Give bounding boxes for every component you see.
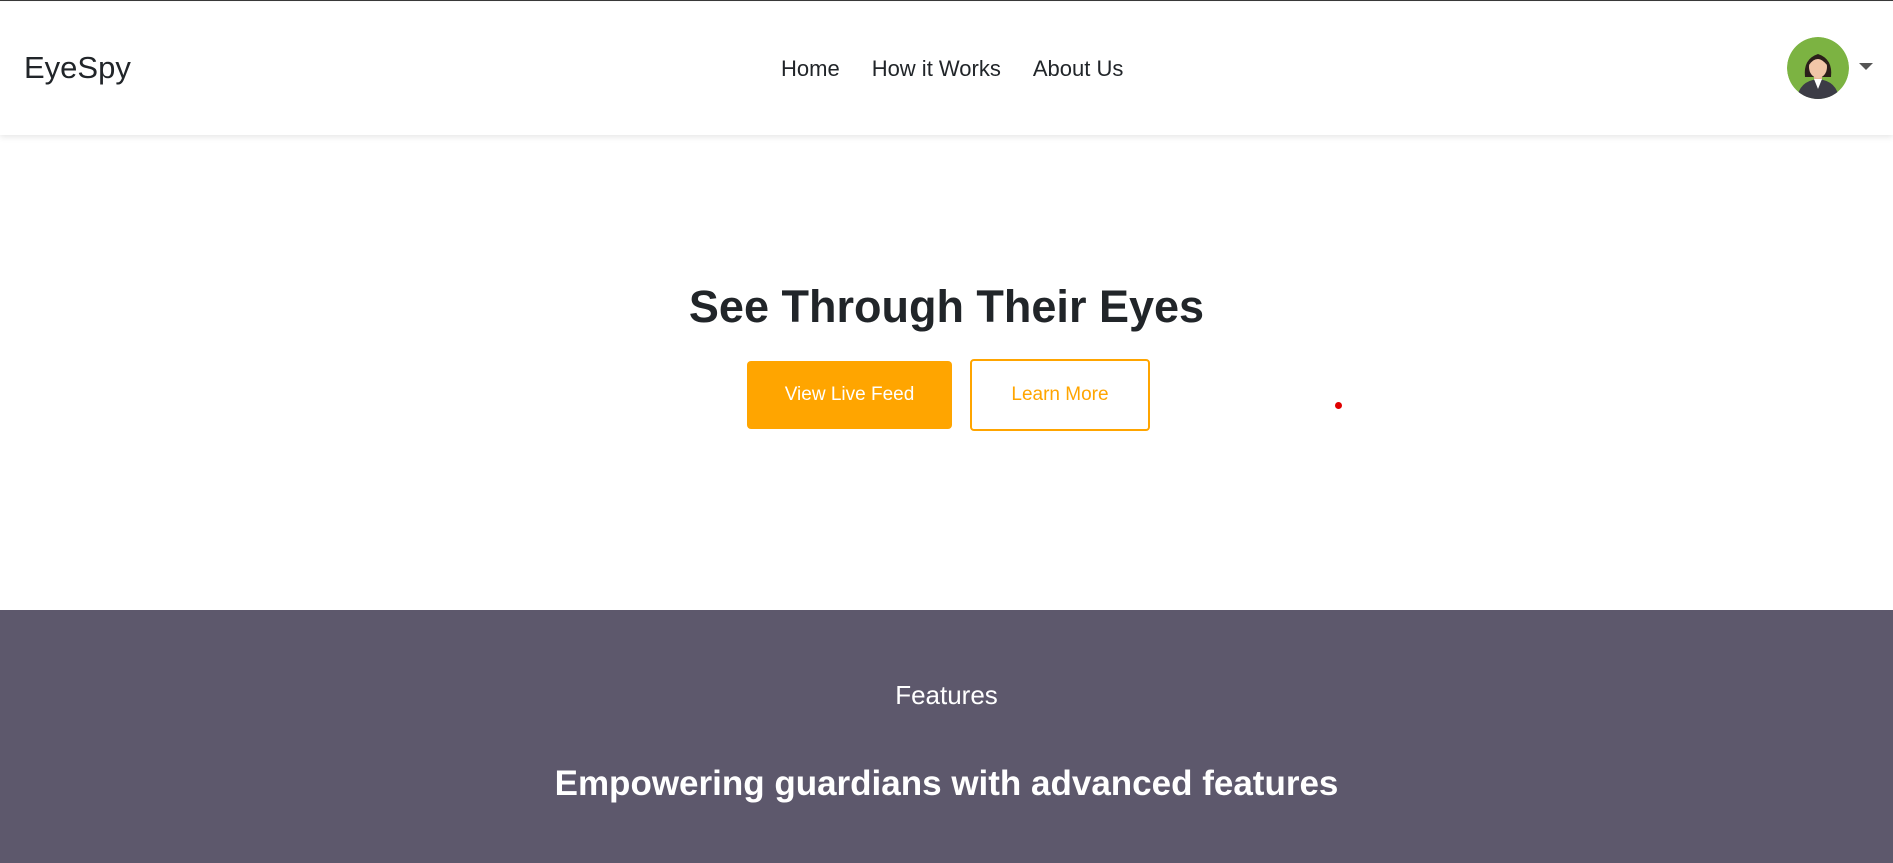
nav-link-about-us[interactable]: About Us — [1033, 58, 1124, 80]
profile-dropdown-toggle[interactable] — [1787, 37, 1873, 99]
features-label: Features — [895, 680, 998, 710]
view-live-feed-button[interactable]: View Live Feed — [747, 361, 952, 429]
user-avatar-icon[interactable] — [1787, 37, 1849, 99]
hero-title: See Through Their Eyes — [688, 281, 1205, 332]
recording-dot — [1335, 402, 1342, 409]
caret-down-icon[interactable] — [1859, 62, 1873, 70]
nav-link-how-it-works[interactable]: How it Works — [872, 58, 1001, 80]
features-heading: Empowering guardians with advanced featu… — [554, 764, 1339, 803]
navbar: EyeSpy Home How it Works About Us — [0, 2, 1893, 135]
hero-section: See Through Their Eyes View Live Feed Le… — [0, 136, 1893, 610]
brand-logo[interactable]: EyeSpy — [24, 52, 131, 83]
features-section: Features Empowering guardians with advan… — [0, 610, 1893, 863]
nav-links: Home How it Works About Us — [781, 58, 1123, 80]
nav-link-home[interactable]: Home — [781, 58, 840, 80]
learn-more-button[interactable]: Learn More — [970, 359, 1150, 431]
